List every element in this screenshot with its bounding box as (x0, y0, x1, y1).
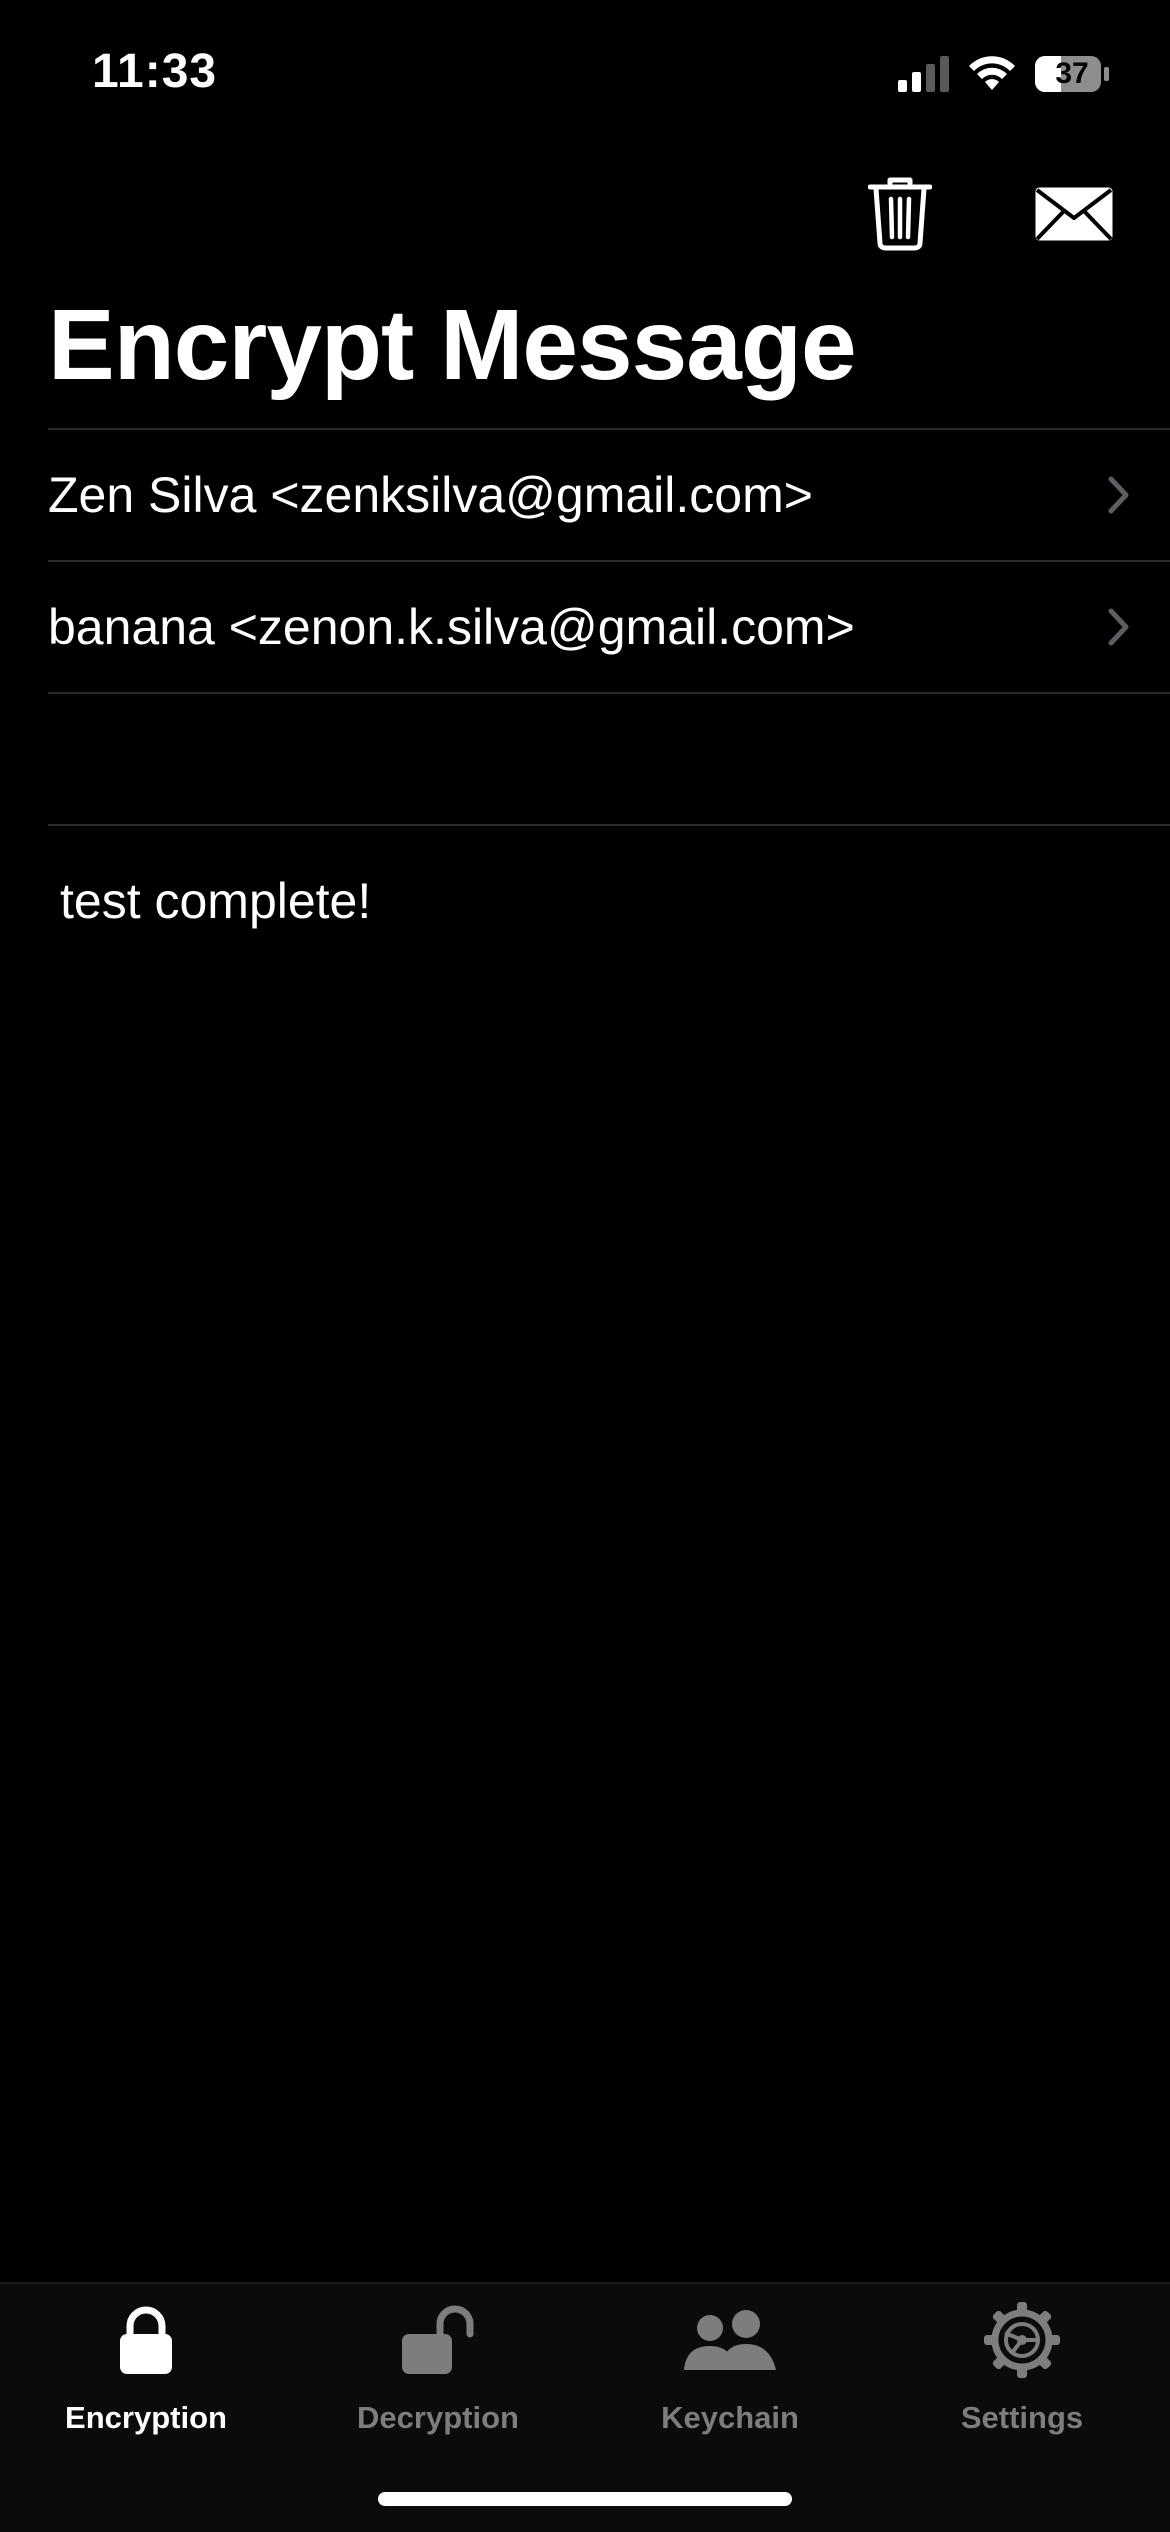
status-time: 11:33 (92, 45, 218, 98)
tab-settings[interactable]: Settings (876, 2298, 1168, 2448)
recipient-label: banana <zenon.k.silva@gmail.com> (48, 599, 855, 655)
recipient-row[interactable]: Zen Silva <zenksilva@gmail.com> (48, 430, 1170, 560)
envelope-icon (1035, 187, 1113, 241)
tab-keychain[interactable]: Keychain (584, 2298, 876, 2448)
tab-label: Decryption (357, 2400, 519, 2435)
toolbar (0, 160, 1170, 280)
status-bar: 11:33 37 (0, 0, 1170, 150)
send-mail-button[interactable] (1024, 164, 1124, 264)
unlock-icon (402, 2305, 474, 2374)
gear-icon (984, 2302, 1060, 2378)
lock-icon (120, 2306, 172, 2374)
tab-label: Encryption (65, 2400, 227, 2435)
message-text-area[interactable]: test complete! (60, 866, 1120, 936)
add-recipient-row[interactable] (48, 694, 1170, 824)
recipient-label: Zen Silva <zenksilva@gmail.com> (48, 467, 813, 523)
tab-icon-wrap (118, 2298, 174, 2382)
tab-icon-wrap (983, 2298, 1061, 2382)
delete-button[interactable] (858, 164, 942, 264)
battery-indicator: 37 (1034, 54, 1110, 94)
battery-level: 37 (1055, 57, 1089, 90)
trash-icon (868, 177, 932, 251)
tab-label: Settings (960, 2400, 1084, 2435)
wifi-icon (969, 56, 1015, 90)
status-icons: 37 (898, 50, 1110, 98)
tab-encryption[interactable]: Encryption (0, 2298, 292, 2448)
screen: 11:33 37 Encrypt Message Zen Silva <zenk… (0, 0, 1170, 2532)
chevron-right-icon (1108, 476, 1129, 514)
tab-decryption[interactable]: Decryption (292, 2298, 584, 2448)
tab-label: Keychain (661, 2400, 799, 2435)
tab-icon-wrap (400, 2298, 476, 2382)
chevron-right-icon (1108, 608, 1129, 646)
home-indicator[interactable] (378, 2492, 792, 2506)
cellular-signal-icon (898, 56, 949, 92)
recipient-row[interactable]: banana <zenon.k.silva@gmail.com> (48, 562, 1170, 692)
divider (48, 824, 1170, 826)
recipient-list: Zen Silva <zenksilva@gmail.com> banana <… (48, 428, 1170, 826)
people-icon (684, 2310, 776, 2370)
tab-icon-wrap (682, 2298, 778, 2382)
page-title: Encrypt Message (48, 289, 857, 401)
